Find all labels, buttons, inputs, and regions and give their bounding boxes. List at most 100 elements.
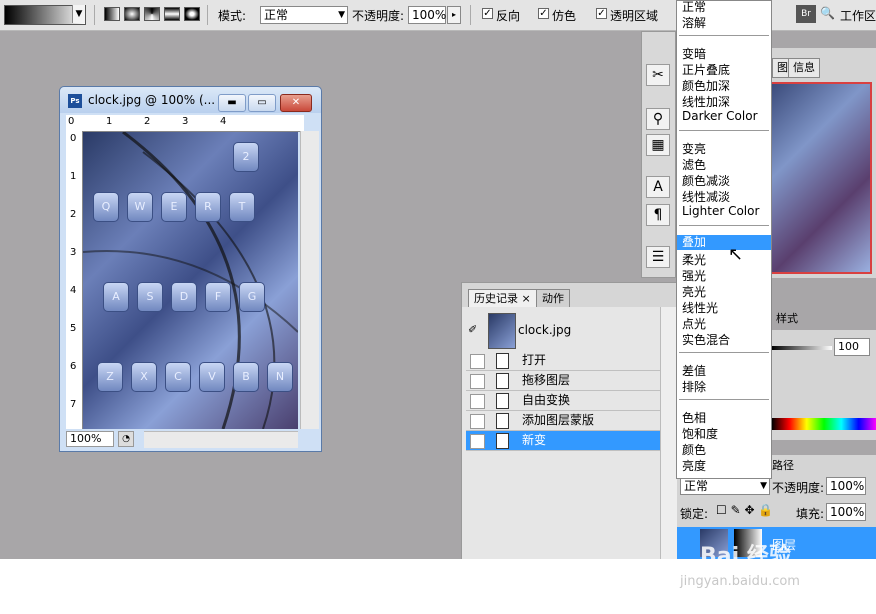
blend-mode-option[interactable]: 正片叠底 [682, 61, 730, 78]
history-step[interactable]: 添加图层蒙版 [466, 411, 660, 431]
watermark: Bai 经验 [700, 544, 791, 569]
opacity-slider-track[interactable] [772, 346, 832, 350]
tab-history[interactable]: 历史记录 × [468, 289, 537, 307]
vertical-scrollbar[interactable] [300, 131, 319, 429]
history-snapshot[interactable]: ✐ clock.jpg [466, 311, 660, 349]
linear-gradient-icon[interactable] [104, 7, 120, 21]
blend-mode-option[interactable]: 溶解 [682, 14, 706, 31]
blend-mode-option[interactable]: 滤色 [682, 156, 706, 173]
blend-mode-option[interactable]: Lighter Color [682, 204, 759, 218]
blend-mode-option[interactable]: 变暗 [682, 45, 706, 62]
blend-mode-option[interactable]: 实色混合 [682, 331, 730, 348]
blend-mode-option[interactable]: 线性减淡 [682, 188, 730, 205]
opacity-input[interactable]: 100% [408, 6, 446, 24]
dither-checkbox[interactable]: ✓ [538, 8, 549, 19]
opacity-field[interactable]: 100 [834, 338, 870, 356]
maximize-button[interactable]: ▭ [248, 94, 276, 112]
blend-mode-option[interactable]: 亮度 [682, 457, 706, 474]
reverse-label: 反向 [496, 9, 521, 23]
reverse-checkbox[interactable]: ✓ [482, 8, 493, 19]
diamond-gradient-icon[interactable] [184, 7, 200, 21]
history-step[interactable]: 自由变换 [466, 391, 660, 411]
snapshot-name: clock.jpg [518, 323, 572, 337]
history-step[interactable]: 新变 [466, 431, 660, 451]
blend-mode-option[interactable]: 亮光 [682, 283, 706, 300]
document-title-bar[interactable]: Ps clock.jpg @ 100% (... ▬ ▭ ✕ [60, 87, 321, 113]
opacity-slider-button[interactable]: ▸ [447, 6, 461, 24]
blend-mode-option[interactable]: 线性光 [682, 299, 718, 316]
blend-mode-option[interactable]: 叠加 [677, 235, 771, 250]
keyboard-key: E [161, 192, 187, 222]
workspace-button[interactable]: 工作区 [840, 7, 876, 24]
tools-icon[interactable]: ✂ [646, 64, 670, 86]
blend-mode-option[interactable]: 正常 [682, 0, 706, 15]
status-menu-icon[interactable]: ◔ [118, 431, 134, 447]
history-step-icon [496, 433, 509, 449]
close-button[interactable]: ✕ [280, 94, 312, 112]
blend-mode-option[interactable]: 强光 [682, 267, 706, 284]
angle-gradient-icon[interactable] [144, 7, 160, 21]
chevron-down-icon: ▼ [338, 10, 345, 20]
paths-tab-label: 路径 [772, 459, 794, 472]
gradient-dropdown-icon[interactable]: ▼ [72, 5, 85, 23]
history-source-checkbox[interactable] [470, 434, 485, 449]
horizontal-scrollbar[interactable] [144, 431, 298, 448]
radial-gradient-icon[interactable] [124, 7, 140, 21]
zoom-field[interactable]: 100% [66, 431, 114, 447]
ruler-tick-label: 3 [70, 247, 77, 258]
character-icon[interactable]: A [646, 176, 670, 198]
bridge-button[interactable]: Br [796, 5, 816, 23]
ruler-tick-label: 5 [70, 323, 77, 334]
history-source-checkbox[interactable] [470, 394, 485, 409]
mode-select[interactable]: 正常 ▼ [260, 6, 348, 24]
blend-mode-option[interactable]: 变亮 [682, 140, 706, 157]
tab-actions[interactable]: 动作 [536, 289, 570, 307]
paths-tab[interactable]: 路径 [772, 457, 794, 473]
keyboard-key: Q [93, 192, 119, 222]
blend-mode-option[interactable]: 颜色 [682, 441, 706, 458]
reflected-gradient-icon[interactable] [164, 7, 180, 21]
blend-mode-option[interactable]: 点光 [682, 315, 706, 332]
history-source-checkbox[interactable] [470, 354, 485, 369]
ruler-tick-label: 1 [70, 171, 77, 182]
image-canvas[interactable]: QWERTASDFGZXCVBNM2 [83, 132, 298, 429]
search-icon[interactable]: 🔍 [820, 6, 835, 20]
layer-opacity-input[interactable]: 100% [826, 477, 866, 495]
blend-mode-option[interactable]: 差值 [682, 362, 706, 379]
blend-mode-option[interactable]: 颜色减淡 [682, 172, 730, 189]
blend-mode-option[interactable]: Darker Color [682, 109, 758, 123]
clone-source-icon[interactable]: ▦ [646, 134, 670, 156]
minimize-button[interactable]: ▬ [218, 94, 246, 112]
photoshop-icon: Ps [68, 94, 82, 108]
mode-value: 正常 [264, 8, 289, 22]
history-source-checkbox[interactable] [470, 414, 485, 429]
menu-separator [679, 130, 769, 131]
transparency-checkbox[interactable]: ✓ [596, 8, 607, 19]
history-source-checkbox[interactable] [470, 374, 485, 389]
color-ramp[interactable] [772, 418, 876, 430]
navigator-thumbnail[interactable] [768, 82, 872, 274]
layer-blend-select[interactable]: 正常 ▼ [680, 477, 770, 495]
keyboard-key: R [195, 192, 221, 222]
history-scrollbar[interactable] [660, 307, 677, 560]
notes-icon[interactable]: ☰ [646, 246, 670, 268]
styles-tab-label: 样式 [776, 312, 798, 325]
blend-mode-option[interactable]: 色相 [682, 409, 706, 426]
blend-mode-option[interactable]: 柔光 [682, 251, 706, 268]
styles-tab[interactable]: 样式 [776, 310, 798, 326]
brush-icon[interactable]: ⚲ [646, 108, 670, 130]
blend-mode-option[interactable]: 颜色加深 [682, 77, 730, 94]
blend-mode-option[interactable]: 线性加深 [682, 93, 730, 110]
blend-mode-option[interactable]: 排除 [682, 378, 706, 395]
blend-mode-option[interactable]: 饱和度 [682, 425, 718, 442]
separator [207, 5, 208, 25]
tab-info[interactable]: 信息 [788, 58, 820, 78]
history-step[interactable]: 拖移图层 [466, 371, 660, 391]
history-step-icon [496, 413, 509, 429]
fill-input[interactable]: 100% [826, 503, 866, 521]
history-step[interactable]: 打开 [466, 351, 660, 371]
ruler-tick-label: 0 [68, 116, 75, 127]
dither-label: 仿色 [552, 9, 577, 23]
paragraph-icon[interactable]: ¶ [646, 204, 670, 226]
lock-icons[interactable]: ☐ ✎ ✥ 🔒 [716, 503, 773, 517]
